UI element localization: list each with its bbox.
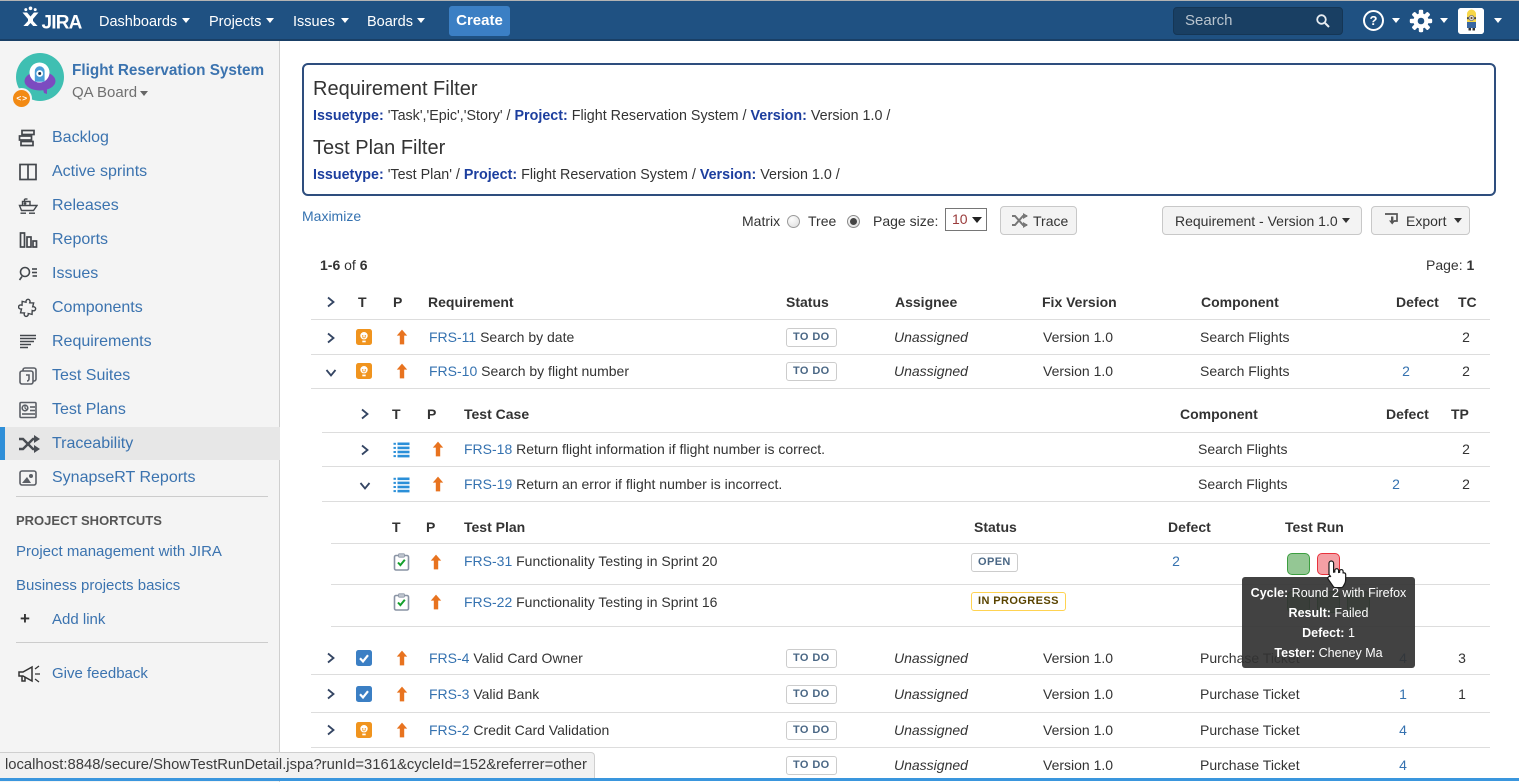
svg-text:JIRA: JIRA <box>42 13 83 34</box>
